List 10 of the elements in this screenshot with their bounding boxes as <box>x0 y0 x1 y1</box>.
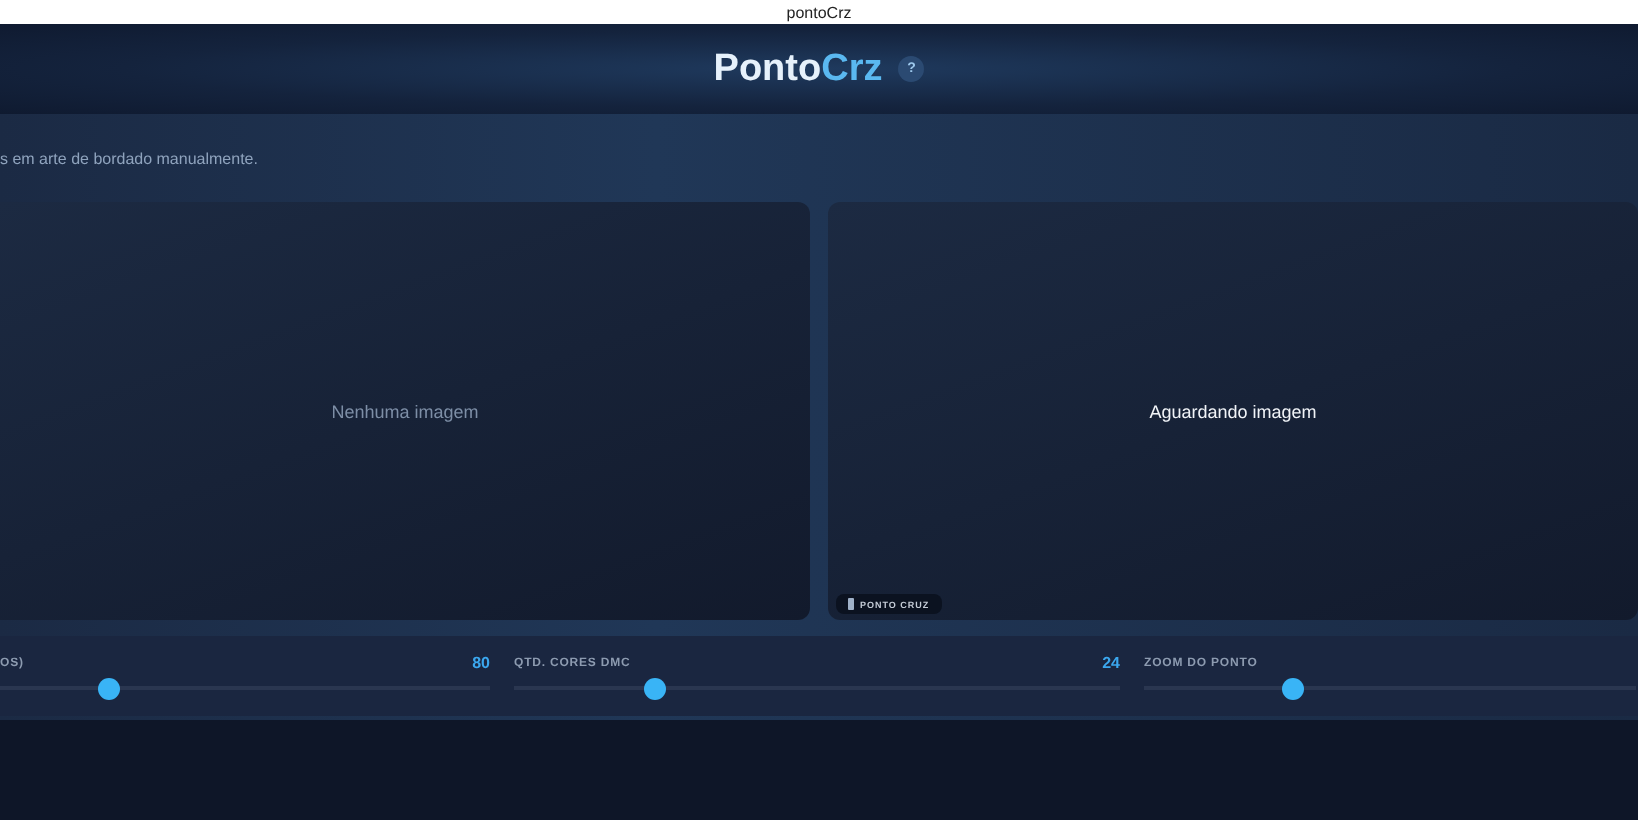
subtitle-text: s em arte de bordado manualmente. <box>0 150 258 168</box>
app-logo: PontoCrz <box>713 47 883 91</box>
slider-thumb[interactable] <box>1281 677 1304 699</box>
slider-thumb[interactable] <box>97 677 120 699</box>
placeholder-message: Nenhuma imagem <box>331 401 479 421</box>
slider-value: 80 <box>472 654 490 672</box>
window-title: pontoCrz <box>786 3 852 21</box>
slider-value: 24 <box>1102 654 1120 672</box>
slider-thumb[interactable] <box>643 677 666 699</box>
placeholder-message: Aguardando imagem <box>1149 401 1317 421</box>
